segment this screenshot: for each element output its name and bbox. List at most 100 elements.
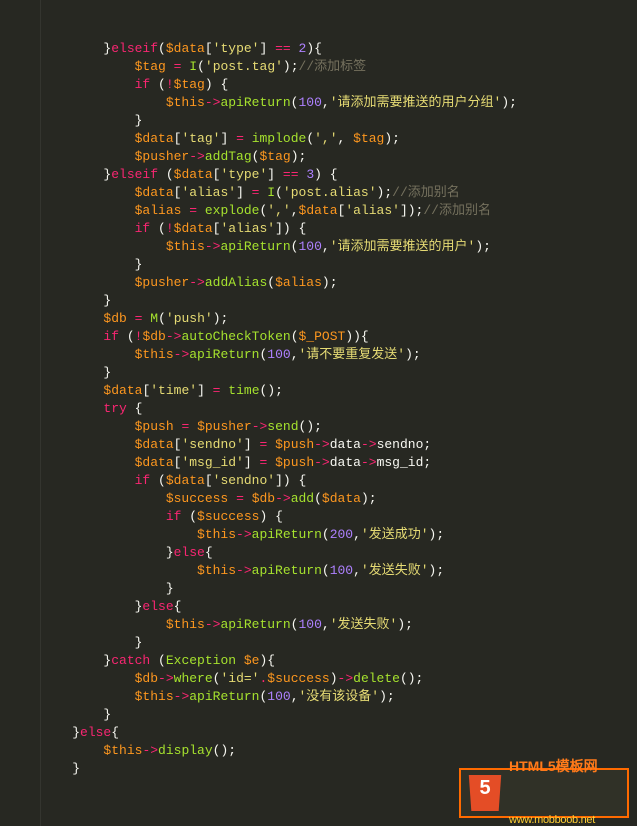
token-pln: [41, 95, 166, 110]
token-pln: ) {: [259, 509, 282, 524]
code-line[interactable]: }elseif ($data['type'] == 3) {: [41, 166, 637, 184]
code-line[interactable]: $pusher->addAlias($alias);: [41, 274, 637, 292]
token-pln: [189, 419, 197, 434]
token-str: 'sendno': [213, 473, 275, 488]
token-pln: (: [158, 311, 166, 326]
token-op: ->: [205, 239, 221, 254]
token-pln: ]) {: [275, 473, 306, 488]
code-line[interactable]: $tag = I('post.tag');//添加标签: [41, 58, 637, 76]
token-var: $this: [166, 239, 205, 254]
code-editor[interactable]: }elseif($data['type'] == 2){ $tag = I('p…: [0, 0, 637, 826]
code-line[interactable]: }elseif($data['type'] == 2){: [41, 40, 637, 58]
token-op: ==: [275, 41, 291, 56]
token-pln: [244, 491, 252, 506]
token-str: '没有该设备': [299, 689, 380, 704]
token-var: $data: [174, 167, 213, 182]
code-line[interactable]: if ($data['sendno']) {: [41, 472, 637, 490]
token-var: $success: [267, 671, 329, 686]
token-kw: elseif: [111, 167, 158, 182]
token-com: //添加别名: [423, 203, 491, 218]
token-var: $this: [166, 617, 205, 632]
token-var: $alias: [275, 275, 322, 290]
token-var: $db: [135, 671, 158, 686]
token-kw: if: [103, 329, 119, 344]
code-line[interactable]: $this->apiReturn(100,'请添加需要推送的用户分组');: [41, 94, 637, 112]
token-fn: apiReturn: [252, 527, 322, 542]
code-line[interactable]: $this->apiReturn(100,'发送失败');: [41, 616, 637, 634]
code-line[interactable]: try {: [41, 400, 637, 418]
token-fn: I: [267, 185, 275, 200]
code-line[interactable]: $this->apiReturn(100,'请不要重复发送');: [41, 346, 637, 364]
token-pln: }: [41, 41, 111, 56]
token-pln: [41, 275, 135, 290]
token-op: ->: [275, 491, 291, 506]
code-line[interactable]: if (!$data['alias']) {: [41, 220, 637, 238]
token-pln: );: [475, 239, 491, 254]
code-line[interactable]: $db->where('id='.$success)->delete();: [41, 670, 637, 688]
token-num: 100: [298, 95, 321, 110]
token-pln: ): [330, 671, 338, 686]
token-fn: autoCheckToken: [181, 329, 290, 344]
code-line[interactable]: $this->apiReturn(100,'请添加需要推送的用户');: [41, 238, 637, 256]
code-line[interactable]: $push = $pusher->send();: [41, 418, 637, 436]
token-pln: ]: [244, 455, 260, 470]
code-line[interactable]: $data['tag'] = implode(',', $tag);: [41, 130, 637, 148]
token-str: 'sendno': [181, 437, 243, 452]
code-line[interactable]: $this->apiReturn(200,'发送成功');: [41, 526, 637, 544]
token-var: $e: [244, 653, 260, 668]
token-str: 'type': [213, 41, 260, 56]
token-pln: [236, 653, 244, 668]
code-line[interactable]: $data['time'] = time();: [41, 382, 637, 400]
code-area[interactable]: }elseif($data['type'] == 2){ $tag = I('p…: [41, 0, 637, 826]
code-line[interactable]: $this->apiReturn(100,'没有该设备');: [41, 688, 637, 706]
token-pln: }: [41, 635, 142, 650]
token-pln: [41, 617, 166, 632]
code-line[interactable]: }: [41, 256, 637, 274]
token-str: 'alias': [220, 221, 275, 236]
code-line[interactable]: if (!$db->autoCheckToken($_POST)){: [41, 328, 637, 346]
code-line[interactable]: }: [41, 292, 637, 310]
code-line[interactable]: }: [41, 112, 637, 130]
code-line[interactable]: $db = M('push');: [41, 310, 637, 328]
token-var: $success: [166, 491, 228, 506]
token-pln: [41, 185, 135, 200]
token-var: $data: [166, 41, 205, 56]
token-pln: );: [501, 95, 517, 110]
code-line[interactable]: }: [41, 634, 637, 652]
token-var: $data: [103, 383, 142, 398]
token-pln: [41, 743, 103, 758]
code-line[interactable]: $pusher->addTag($tag);: [41, 148, 637, 166]
code-line[interactable]: }: [41, 580, 637, 598]
token-pln: (: [197, 59, 205, 74]
token-var: $this: [197, 527, 236, 542]
token-pln: (: [181, 509, 197, 524]
code-line[interactable]: }catch (Exception $e){: [41, 652, 637, 670]
token-kw: catch: [111, 653, 150, 668]
token-pln: [: [205, 41, 213, 56]
code-line[interactable]: $data['sendno'] = $push->data->sendno;: [41, 436, 637, 454]
token-var: $data: [135, 131, 174, 146]
code-line[interactable]: $data['alias'] = I('post.alias');//添加别名: [41, 184, 637, 202]
token-str: ',': [267, 203, 290, 218]
token-pln: );: [377, 185, 393, 200]
token-pln: (: [150, 221, 166, 236]
token-str: '发送失败': [330, 617, 398, 632]
code-line[interactable]: }else{: [41, 544, 637, 562]
token-var: $data: [135, 185, 174, 200]
code-line[interactable]: $data['msg_id'] = $push->data->msg_id;: [41, 454, 637, 472]
token-var: $db: [142, 329, 165, 344]
token-str: 'push': [166, 311, 213, 326]
code-line[interactable]: }: [41, 364, 637, 382]
token-var: $tag: [259, 149, 290, 164]
token-pln: ,: [291, 203, 299, 218]
code-line[interactable]: $success = $db->add($data);: [41, 490, 637, 508]
code-line[interactable]: }else{: [41, 598, 637, 616]
code-line[interactable]: if (!$tag) {: [41, 76, 637, 94]
code-line[interactable]: $this->apiReturn(100,'发送失败');: [41, 562, 637, 580]
code-line[interactable]: if ($success) {: [41, 508, 637, 526]
token-pln: );: [322, 275, 338, 290]
code-line[interactable]: $alias = explode(',',$data['alias']);//添…: [41, 202, 637, 220]
token-var: $db: [252, 491, 275, 506]
token-op: ->: [166, 329, 182, 344]
token-kw: else: [174, 545, 205, 560]
